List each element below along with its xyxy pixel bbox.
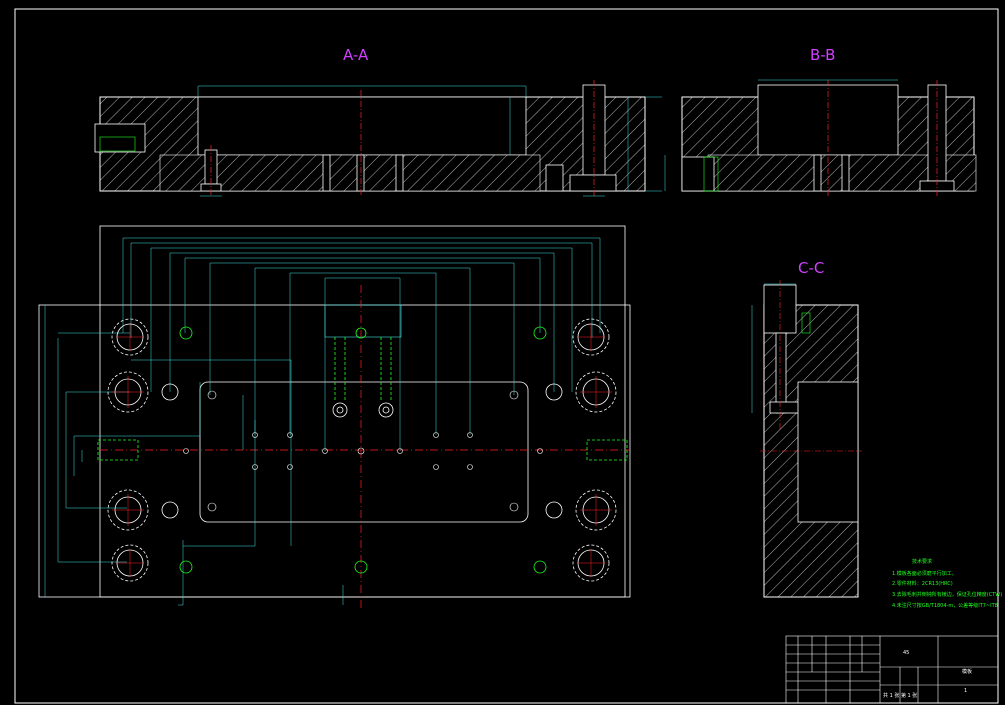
section-aa-view: A-A [94,46,662,197]
notes-item: 3.去除毛刺并倒钝所有棱边，保证孔位精度(CTW) [892,591,1002,598]
title-block-scale: 1 [964,688,967,694]
notes-item: 4.未注尺寸按GB/T1804-m，公差等级IT7~IT8 [892,602,998,609]
notes-item: 1.模板各面必须磨平行加工。 [892,570,957,577]
section-cc-label: C-C [798,259,824,277]
technical-notes: 技术要求 1.模板各面必须磨平行加工。 2.零件材料：2CR13(HRC) 3.… [892,558,1002,609]
section-bb-view: B-B [664,46,977,196]
title-block-material: 45 [903,650,909,656]
title-block-sheet: 共 1 张 第 1 张 [883,692,917,699]
section-aa-label: A-A [343,46,369,64]
plan-view [38,225,631,610]
notes-item: 2.零件材料：2CR13(HRC) [892,580,953,587]
notes-title: 技术要求 [912,558,932,565]
title-block-drawing-name: 模板 [962,668,972,675]
cad-drawing-canvas: A-A B-B C-C 技术要求 1.模板各面必须磨平行加工。 2.零件材料：2… [14,8,1002,704]
section-bb-label: B-B [810,46,835,64]
section-cc-view: C-C [751,259,862,598]
